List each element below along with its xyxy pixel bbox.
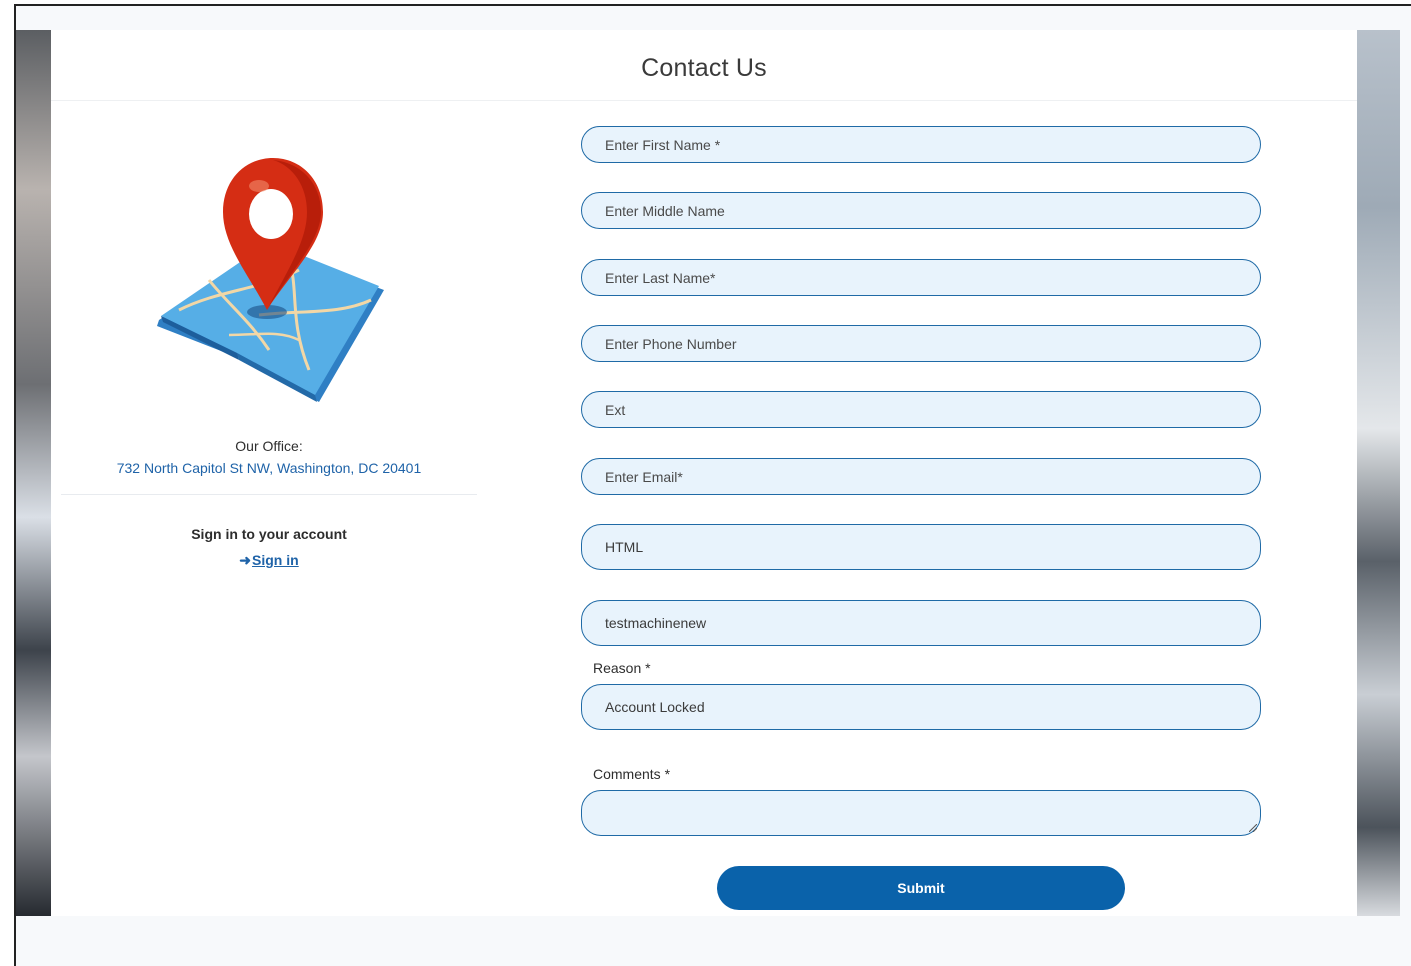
email-field[interactable] bbox=[581, 458, 1261, 495]
first-name-field[interactable] bbox=[581, 126, 1261, 163]
comments-input[interactable] bbox=[605, 803, 1260, 823]
html-input[interactable] bbox=[605, 539, 1260, 555]
card-header: Contact Us bbox=[51, 30, 1357, 101]
page-title: Contact Us bbox=[641, 53, 767, 82]
office-address: 732 North Capitol St NW, Washington, DC … bbox=[116, 460, 422, 476]
resize-handle-icon[interactable] bbox=[1249, 824, 1257, 832]
ext-field[interactable] bbox=[581, 391, 1261, 428]
machine-field[interactable] bbox=[581, 600, 1261, 646]
middle-name-input[interactable] bbox=[605, 202, 1260, 219]
email-input[interactable] bbox=[605, 468, 1260, 485]
first-name-input[interactable] bbox=[605, 136, 1260, 153]
map-pin-icon bbox=[139, 140, 399, 410]
office-label: Our Office: bbox=[235, 438, 303, 454]
last-name-field[interactable] bbox=[581, 259, 1261, 296]
contact-card: Contact Us Our Office: 732 North Capitol… bbox=[51, 30, 1357, 916]
phone-input[interactable] bbox=[605, 335, 1260, 352]
comments-textarea[interactable] bbox=[581, 790, 1261, 836]
machine-input[interactable] bbox=[605, 615, 1260, 631]
middle-name-field[interactable] bbox=[581, 192, 1261, 229]
divider bbox=[61, 494, 477, 495]
submit-button[interactable]: Submit bbox=[717, 866, 1125, 910]
signin-title: Sign in to your account bbox=[191, 526, 347, 542]
reason-label: Reason * bbox=[593, 660, 651, 676]
ext-input[interactable] bbox=[605, 401, 1260, 418]
html-field[interactable] bbox=[581, 524, 1261, 570]
phone-field[interactable] bbox=[581, 325, 1261, 362]
reason-select[interactable]: Account Locked bbox=[581, 684, 1261, 730]
signin-link[interactable]: ➜Sign in bbox=[239, 552, 298, 569]
sign-in-arrow-icon: ➜ bbox=[239, 552, 252, 568]
signin-link-label: Sign in bbox=[252, 552, 299, 568]
office-panel: Our Office: 732 North Capitol St NW, Was… bbox=[61, 140, 477, 570]
comments-label: Comments * bbox=[593, 766, 671, 782]
reason-value: Account Locked bbox=[605, 699, 705, 715]
last-name-input[interactable] bbox=[605, 269, 1260, 286]
